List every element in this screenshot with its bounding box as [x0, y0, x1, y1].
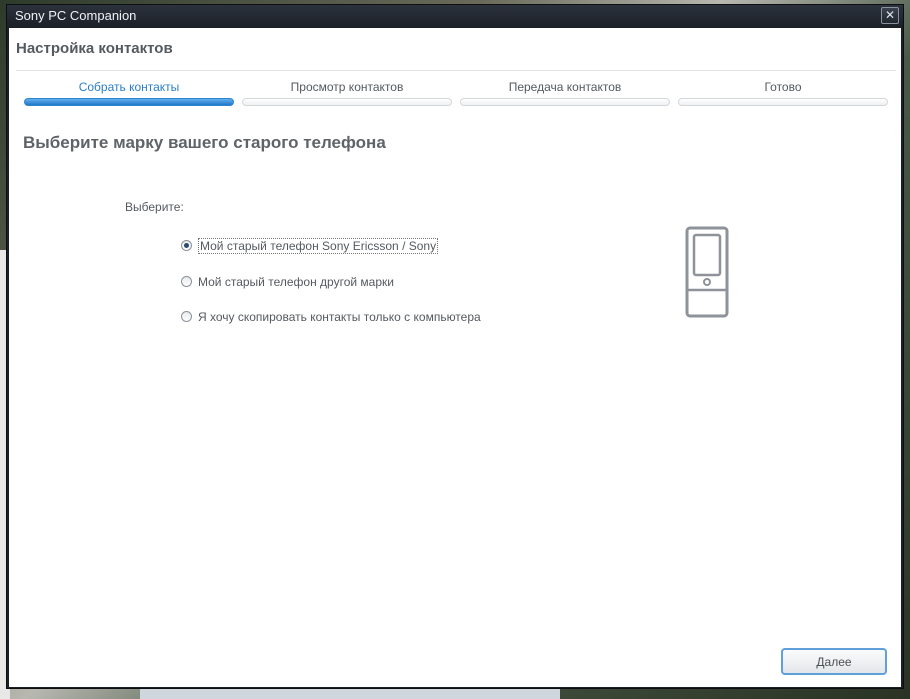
- close-icon: ✕: [884, 8, 896, 22]
- step-progress-bar: [460, 98, 670, 106]
- option-label[interactable]: Я хочу скопировать контакты только с ком…: [198, 310, 481, 324]
- radio-button[interactable]: [181, 311, 192, 322]
- step-progress-bar: [24, 98, 234, 106]
- page-title: Настройка контактов: [16, 40, 173, 57]
- step-view-contacts: Просмотр контактов: [242, 76, 452, 112]
- step-progress-bar: [678, 98, 888, 106]
- step-done: Готово: [678, 76, 888, 112]
- step-label: Передача контактов: [508, 80, 622, 94]
- wizard-panel: Настройка контактов Собрать контакты Про…: [9, 28, 901, 687]
- option-label[interactable]: Мой старый телефон Sony Ericsson / Sony: [198, 238, 439, 254]
- window-title: Sony PC Companion: [15, 8, 137, 23]
- title-bar[interactable]: Sony PC Companion ✕: [7, 5, 903, 27]
- step-progress-bar: [242, 98, 452, 106]
- wizard-steps: Собрать контакты Просмотр контактов Пере…: [24, 76, 890, 112]
- option-label[interactable]: Мой старый телефон другой марки: [198, 275, 394, 289]
- close-button[interactable]: ✕: [881, 7, 899, 24]
- next-button[interactable]: Далее: [781, 648, 887, 675]
- step-label: Собрать контакты: [78, 80, 180, 94]
- choose-label: Выберите:: [125, 200, 184, 214]
- step-label: Готово: [764, 80, 802, 94]
- app-window: Sony PC Companion ✕ Настройка контактов …: [6, 4, 904, 689]
- step-collect-contacts: Собрать контакты: [24, 76, 234, 112]
- step-label: Просмотр контактов: [290, 80, 404, 94]
- radio-button[interactable]: [181, 276, 192, 287]
- step-transfer-contacts: Передача контактов: [460, 76, 670, 112]
- header-divider: [16, 70, 896, 71]
- radio-button-checked[interactable]: [181, 240, 192, 251]
- section-title: Выберите марку вашего старого телефона: [23, 133, 386, 152]
- phone-icon: [685, 226, 729, 318]
